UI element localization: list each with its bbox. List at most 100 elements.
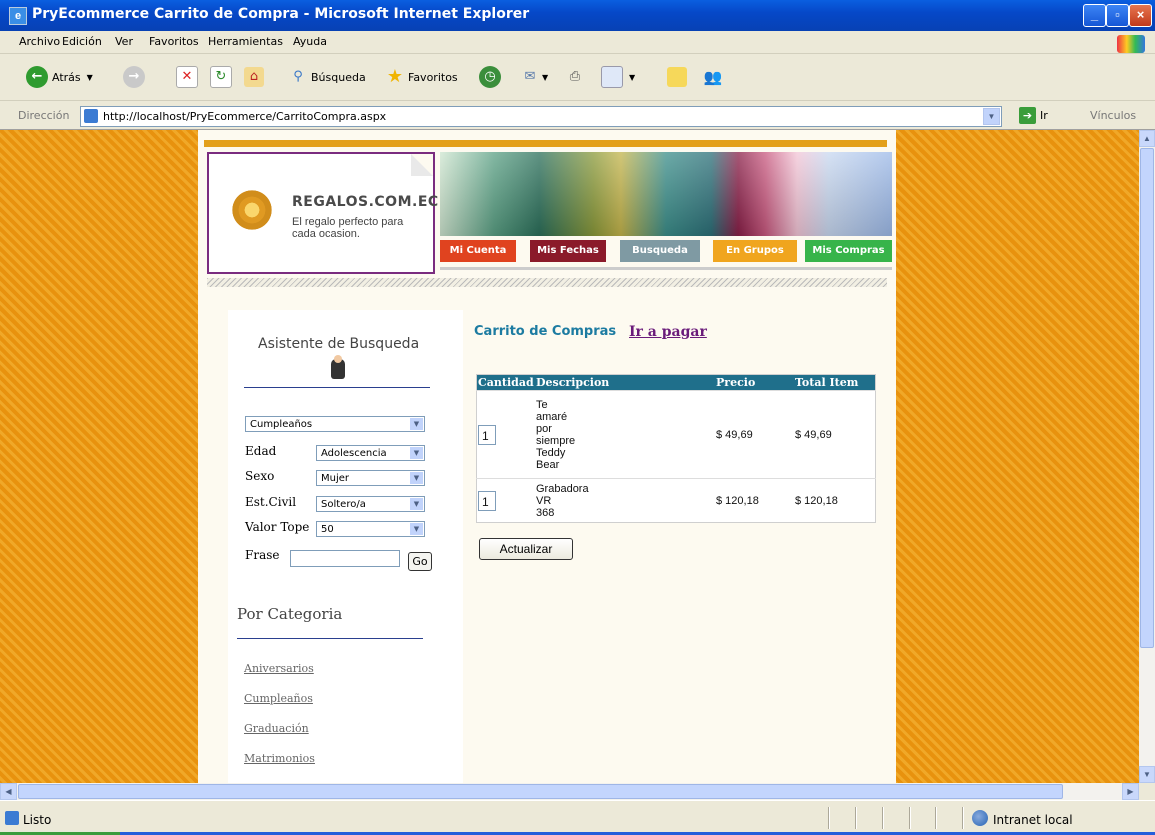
discuss-button[interactable]	[667, 65, 687, 89]
category-link-aniversarios[interactable]: Aniversarios	[244, 662, 314, 675]
price-cell: $ 120,18	[715, 478, 794, 523]
price-cell: $ 49,69	[715, 390, 794, 479]
header-total-item: Total Item	[794, 374, 876, 391]
maximize-button[interactable]: ▫	[1106, 4, 1129, 27]
scroll-down-button[interactable]: ▼	[1139, 766, 1155, 783]
wizard-icon	[331, 355, 345, 379]
edit-button[interactable]: ▼	[601, 65, 635, 89]
chevron-down-icon[interactable]: ▼	[983, 108, 1000, 125]
minimize-button[interactable]: _	[1083, 4, 1106, 27]
sexo-select[interactable]: Mujer ▼	[316, 470, 425, 486]
vertical-scrollbar[interactable]: ▲ ▼	[1139, 130, 1155, 783]
refresh-button[interactable]: ↻	[210, 65, 232, 89]
valor-tope-select[interactable]: 50 ▼	[316, 521, 425, 537]
estado-civil-label: Est.Civil	[245, 495, 297, 509]
update-button[interactable]: Actualizar	[479, 538, 573, 560]
header-cantidad: Cantidad	[476, 374, 535, 391]
page-viewport: REGALOS.COM.EC El regalo perfecto para c…	[0, 130, 1139, 783]
menu-archivo[interactable]: Archivo	[19, 35, 60, 48]
history-button[interactable]: ◷	[479, 65, 501, 89]
security-zone: Intranet local	[993, 813, 1073, 827]
home-icon: ⌂	[244, 67, 264, 87]
print-button[interactable]: ⎙	[565, 65, 585, 89]
qty-cell: 1	[476, 478, 535, 523]
menu-herramientas[interactable]: Herramientas	[208, 35, 283, 48]
logo-box[interactable]: REGALOS.COM.EC El regalo perfecto para c…	[207, 152, 438, 274]
category-link-graduacion[interactable]: Graduación	[244, 722, 309, 735]
search-label: Búsqueda	[311, 70, 366, 84]
vertical-scroll-thumb[interactable]	[1140, 148, 1154, 648]
occasion-select[interactable]: Cumpleaños ▼	[245, 416, 425, 432]
category-link-cumpleanos[interactable]: Cumpleaños	[244, 692, 313, 705]
tab-busqueda[interactable]: Busqueda	[620, 240, 700, 262]
chevron-down-icon: ▼	[86, 72, 93, 82]
divider	[962, 807, 964, 829]
search-icon: ⚲	[293, 69, 303, 84]
status-bar: Listo Intranet local	[0, 800, 1155, 835]
divider	[237, 638, 423, 639]
sexo-value: Mujer	[321, 473, 350, 484]
assistant-title: Asistente de Busqueda	[258, 336, 420, 352]
tab-en-grupos[interactable]: En Grupos	[713, 240, 797, 262]
mail-button[interactable]: ✉ ▼	[520, 65, 549, 89]
header-descripcion: Descripcion	[535, 374, 715, 391]
menu-edicion[interactable]: Edición	[62, 35, 102, 48]
forward-button[interactable]: →	[123, 65, 145, 89]
address-label: Dirección	[18, 109, 70, 122]
category-link-matrimonios[interactable]: Matrimonios	[244, 752, 315, 765]
description-cell: Grabadora VR 368	[535, 478, 715, 523]
messenger-button[interactable]: 👥	[703, 65, 723, 89]
quantity-input[interactable]: 1	[478, 424, 496, 445]
top-stripe	[204, 140, 887, 147]
star-icon: ★	[386, 66, 404, 87]
pay-link[interactable]: Ir a pagar	[629, 324, 707, 340]
chevron-down-icon: ▼	[542, 72, 549, 82]
scroll-up-button[interactable]: ▲	[1139, 130, 1155, 147]
favorites-label: Favoritos	[408, 70, 458, 84]
estado-civil-select[interactable]: Soltero/a ▼	[316, 496, 425, 512]
scroll-right-button[interactable]: ▶	[1122, 783, 1139, 800]
edad-select[interactable]: Adolescencia ▼	[316, 445, 425, 461]
tab-mi-cuenta[interactable]: Mi Cuenta	[440, 240, 516, 262]
close-button[interactable]: ×	[1129, 4, 1152, 27]
people-icon: 👥	[703, 68, 723, 86]
horizontal-scrollbar[interactable]: ◀ ▶	[0, 783, 1139, 800]
scroll-left-button[interactable]: ◀	[0, 783, 17, 800]
quantity-input[interactable]: 1	[478, 490, 496, 511]
home-button[interactable]: ⌂	[244, 65, 264, 89]
links-label[interactable]: Vínculos	[1090, 109, 1136, 122]
edad-value: Adolescencia	[321, 448, 387, 459]
favorites-button[interactable]: ★ Favoritos	[385, 65, 458, 89]
chevron-down-icon: ▼	[410, 447, 423, 459]
printer-icon: ⎙	[569, 69, 581, 84]
frase-input[interactable]	[290, 550, 400, 567]
mail-icon: ✉	[524, 69, 536, 84]
horizontal-scroll-thumb[interactable]	[18, 784, 1063, 799]
table-header-row: Cantidad Descripcion Precio Total Item	[476, 374, 876, 391]
table-row: 1 Te amaré por siempre Teddy Bear $ 49,6…	[476, 390, 876, 479]
menu-favoritos[interactable]: Favoritos	[149, 35, 199, 48]
window-title: PryEcommerce Carrito de Compra - Microso…	[32, 6, 530, 22]
gift-bow-icon	[229, 187, 275, 233]
cart-table: Cantidad Descripcion Precio Total Item 1…	[476, 374, 876, 523]
estado-civil-value: Soltero/a	[321, 499, 366, 510]
menu-ayuda[interactable]: Ayuda	[293, 35, 327, 48]
menu-ver[interactable]: Ver	[115, 35, 133, 48]
tab-mis-fechas[interactable]: Mis Fechas	[530, 240, 606, 262]
title-bar: e PryEcommerce Carrito de Compra - Micro…	[0, 0, 1155, 31]
address-input[interactable]: http://localhost/PryEcommerce/CarritoCom…	[80, 106, 1002, 127]
address-bar: Dirección http://localhost/PryEcommerce/…	[0, 101, 1155, 130]
chevron-down-icon: ▼	[410, 523, 423, 535]
stop-button[interactable]: ✕	[176, 65, 198, 89]
header-banner	[440, 152, 892, 236]
cart-title: Carrito de Compras	[474, 324, 617, 339]
go-button[interactable]: ➔ Ir	[1019, 107, 1048, 124]
go-search-button[interactable]: Go	[408, 552, 432, 571]
tab-mis-compras[interactable]: Mis Compras	[805, 240, 892, 262]
search-button[interactable]: ⚲ Búsqueda	[288, 65, 366, 89]
intranet-globe-icon	[972, 810, 988, 826]
menu-bar: Archivo Edición Ver Favoritos Herramient…	[0, 31, 1155, 54]
divider	[909, 807, 911, 829]
back-button[interactable]: ← Atrás ▼	[26, 65, 93, 89]
address-url: http://localhost/PryEcommerce/CarritoCom…	[103, 110, 387, 123]
